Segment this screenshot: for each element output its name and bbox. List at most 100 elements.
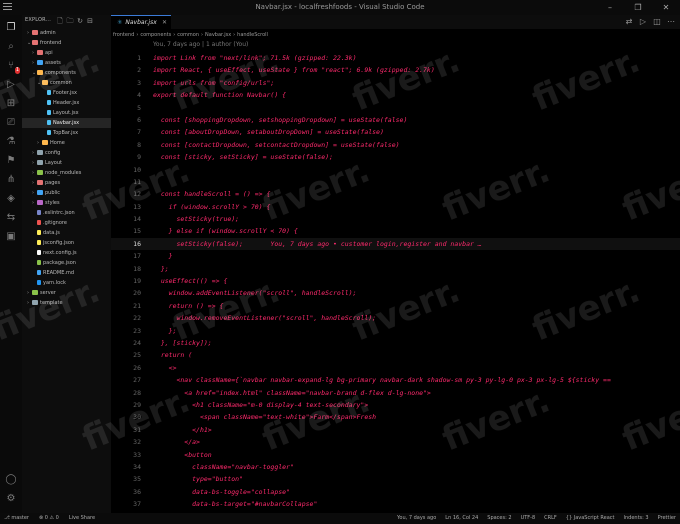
code-line[interactable]: 22 window.removeEventListener("scroll", … [111,312,680,324]
code-line[interactable]: 37 data-bs-target="#navbarCollapse" [111,498,680,510]
code-line[interactable]: 33 <button [111,449,680,461]
prettier-status[interactable]: Prettier [658,513,676,524]
settings-icon[interactable]: ⚙ [4,492,18,506]
new-folder-icon[interactable]: 🗀 [66,16,74,26]
folder-item[interactable]: › server [22,288,111,298]
code-line[interactable]: 28 <a href="index.html" className="navba… [111,387,680,399]
code-line[interactable]: 34 className="navbar-toggler" [111,461,680,473]
extensions-icon[interactable]: ⊞ [4,97,18,111]
split-editor-icon[interactable]: ◫ [650,15,664,29]
code-line[interactable]: 18 }; [111,263,680,275]
code-line[interactable]: 7 const [aboutDropDown, setaboutDropDown… [111,126,680,138]
code-line[interactable]: 8 const [contactDropdown, setcontactDrop… [111,139,680,151]
folder-item[interactable]: › public [22,188,111,198]
bookmarks-icon[interactable]: ⚑ [4,154,18,168]
language-mode[interactable]: {} JavaScript React [566,513,615,524]
file-item[interactable]: Layout.jsx [22,108,111,118]
blame-codelens[interactable]: You, 7 days ago | 1 author (You) [153,41,248,48]
minimize-button[interactable]: – [596,0,624,15]
code-line[interactable]: 32 </a> [111,436,680,448]
testing-icon[interactable]: ⚗ [4,135,18,149]
folder-item[interactable]: ⌄ components [22,68,111,78]
problems-status[interactable]: ⊗ 0 ⚠ 0 [39,513,59,524]
indent-rainbow-status[interactable]: Indents: 3 [624,513,649,524]
code-line[interactable]: 14 setSticky(true); [111,213,680,225]
live-share-status[interactable]: Live Share [69,513,95,524]
branch-status[interactable]: ⎇ master [4,513,29,524]
code-line[interactable]: 4 export default function Navbar() { [111,89,680,101]
code-line[interactable]: 15 } else if (window.scrollY < 70) { [111,225,680,237]
file-item[interactable]: jsconfig.json [22,238,111,248]
folder-item[interactable]: › pages [22,178,111,188]
npm-icon[interactable]: ▣ [4,230,18,244]
folder-item[interactable]: › assets [22,58,111,68]
cursor-position[interactable]: Ln 16, Col 24 [445,513,478,524]
code-line[interactable]: 2 import React, { useEffect, useState } f… [111,64,680,76]
code-line[interactable]: 12 const handleScroll = () => { [111,188,680,200]
breadcrumb-item[interactable]: common [177,32,199,38]
code-line[interactable]: 10 [111,164,680,176]
folder-item[interactable]: › template [22,298,111,308]
file-item[interactable]: Header.jsx [22,98,111,108]
code-line[interactable]: 25 return ( [111,349,680,361]
code-line[interactable]: 11 [111,176,680,188]
code-line[interactable]: 17 } [111,250,680,262]
folder-item[interactable]: › config [22,148,111,158]
folder-item[interactable]: › admin [22,28,111,38]
code-line[interactable]: 21 return () => { [111,300,680,312]
close-button[interactable]: ✕ [652,0,680,15]
code-line[interactable]: 20 window.addEventListener("scroll", han… [111,287,680,299]
code-line[interactable]: 13 if (window.scrollY > 70) { [111,201,680,213]
git-blame-status[interactable]: You, 7 days ago [397,513,436,524]
eol-status[interactable]: CRLF [544,513,557,524]
search-icon[interactable]: ⌕ [4,40,18,54]
file-item[interactable]: .eslintrc.json [22,208,111,218]
folder-item[interactable]: › api [22,48,111,58]
file-item[interactable]: TopBar.jsx [22,128,111,138]
encoding-status[interactable]: UTF-8 [521,513,536,524]
folder-item[interactable]: › Home [22,138,111,148]
tab-navbar-jsx[interactable]: ⚛ Navbar.jsx ✕ [111,15,171,30]
folder-item[interactable]: ⌄ common [22,78,111,88]
close-tab-icon[interactable]: ✕ [162,16,167,29]
code-line[interactable]: 16 setSticky(false); You, 7 days ago • c… [111,237,680,251]
code-line[interactable]: 36 data-bs-toggle="collapse" [111,486,680,498]
collapse-all-icon[interactable]: ⊟ [86,16,94,26]
new-file-icon[interactable]: 🗋 [56,16,64,26]
code-line[interactable]: 31 </h1> [111,424,680,436]
code-line[interactable]: 26 <> [111,362,680,374]
code-line[interactable]: 3 import urls from "config/urls"; [111,77,680,89]
code-line[interactable]: 9 const [sticky, setSticky] = useState(f… [111,151,680,163]
file-item[interactable]: next.config.js [22,248,111,258]
code-line[interactable]: 27 <nav className={`navbar navbar-expand… [111,374,680,386]
breadcrumb-item[interactable]: frontend [113,32,134,38]
code-editor[interactable]: You, 7 days ago | 1 author (You) 1 import… [111,40,680,513]
file-item[interactable]: package.json [22,258,111,268]
compare-icon[interactable]: ⇄ [622,15,636,29]
run-icon[interactable]: ▷ [4,78,18,92]
code-line[interactable]: 29 <h1 className="m-0 display-4 text-sec… [111,399,680,411]
folder-item[interactable]: › styles [22,198,111,208]
file-item[interactable]: Footer.jsx [22,88,111,98]
code-line[interactable]: 30 <span className="text-white">Farm</sp… [111,411,680,423]
code-line[interactable]: 6 const [shoppingDropdown, setshoppingDr… [111,114,680,126]
breadcrumb-item[interactable]: handleScroll [237,32,268,38]
breadcrumb-item[interactable]: Navbar.jsx [205,32,231,38]
more-actions-icon[interactable]: ⋯ [664,15,678,29]
source-control-icon[interactable]: ⑂ 1 [4,59,20,74]
indent-status[interactable]: Spaces: 2 [487,513,511,524]
refresh-icon[interactable]: ↻ [76,16,84,26]
file-item[interactable]: data.js [22,228,111,238]
git-graph-icon[interactable]: ⋔ [4,173,18,187]
code-line[interactable]: 24 }, [sticky]); [111,337,680,349]
run-file-icon[interactable]: ▷ [636,15,650,29]
code-line[interactable]: 19 useEffect(() => { [111,275,680,287]
file-item[interactable]: README.md [22,268,111,278]
folder-item[interactable]: ⌄ frontend [22,38,111,48]
files-icon[interactable]: ❐ [4,21,18,35]
folder-item[interactable]: › node_modules [22,168,111,178]
file-item[interactable]: Navbar.jsx [22,118,111,128]
account-icon[interactable]: ◯ [4,473,18,487]
file-item[interactable]: yarn.lock [22,278,111,288]
code-line[interactable]: 5 [111,102,680,114]
